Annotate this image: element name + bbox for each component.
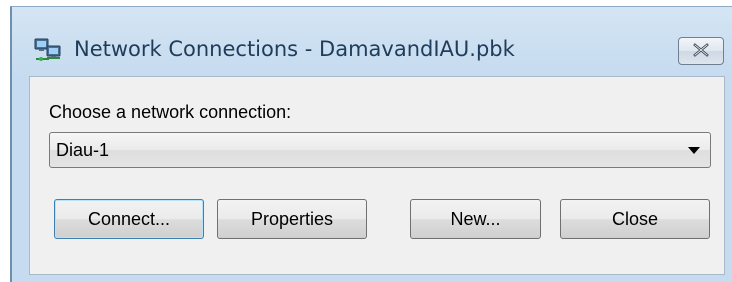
dialog-body: Choose a network connection: Diau-1 Conn… bbox=[29, 76, 725, 275]
close-x-icon bbox=[692, 42, 710, 61]
chevron-down-icon[interactable] bbox=[688, 147, 700, 154]
choose-connection-label: Choose a network connection: bbox=[49, 102, 292, 122]
window-title: Network Connections - DamavandIAU.pbk bbox=[74, 37, 515, 61]
network-connections-window: Network Connections - DamavandIAU.pbk Ch… bbox=[10, 6, 732, 282]
network-connections-icon bbox=[34, 37, 62, 63]
new-button[interactable]: New... bbox=[410, 199, 541, 239]
connection-select-value: Diau-1 bbox=[56, 140, 110, 160]
title-bar[interactable]: Network Connections - DamavandIAU.pbk bbox=[12, 7, 732, 77]
connect-button[interactable]: Connect... bbox=[54, 199, 204, 239]
window-close-button[interactable] bbox=[678, 37, 724, 65]
connection-select[interactable]: Diau-1 bbox=[49, 132, 711, 168]
close-button[interactable]: Close bbox=[560, 199, 710, 239]
properties-button[interactable]: Properties bbox=[217, 199, 367, 239]
